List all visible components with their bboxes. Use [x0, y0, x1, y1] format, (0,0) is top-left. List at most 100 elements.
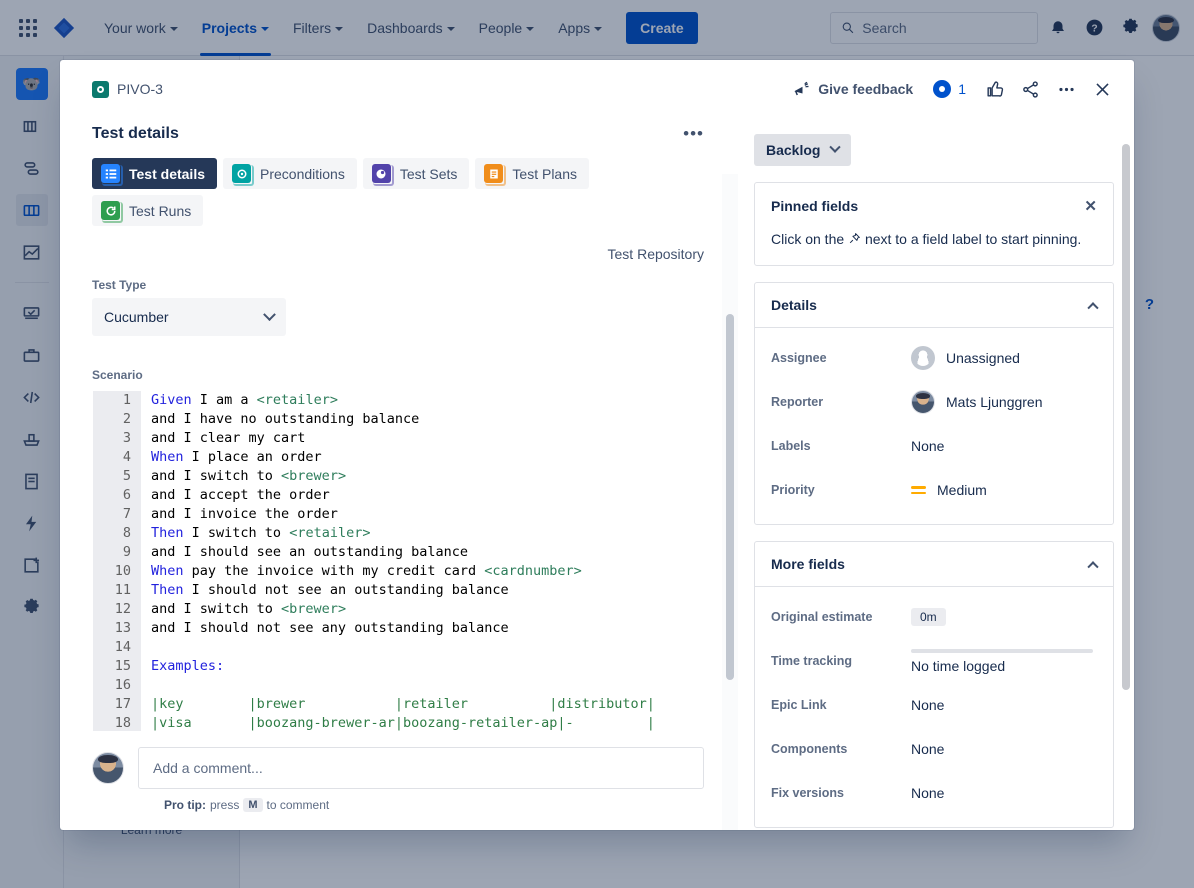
test-type-value: Cucumber: [104, 309, 169, 325]
pro-tip-suffix: to comment: [266, 798, 330, 812]
code-line: 2 and I have no outstanding balance: [93, 410, 699, 429]
like-button[interactable]: [978, 73, 1010, 105]
code-text: Then I switch to <retailer>: [151, 525, 371, 541]
code-line: 6 and I accept the order: [93, 486, 699, 505]
share-button[interactable]: [1014, 73, 1046, 105]
pinned-text-before: Click on the: [771, 231, 845, 247]
field-key: Assignee: [771, 351, 827, 366]
field-value[interactable]: No time logged: [911, 648, 1093, 674]
line-number: 16: [93, 676, 141, 695]
pro-tip: Pro tip: press M to comment: [164, 798, 704, 812]
field-row: Time tracking No time logged: [755, 639, 1113, 683]
modal-header: PIVO-3 Give feedback 1: [60, 60, 1134, 118]
pro-tip-mid: press: [210, 798, 240, 812]
status-dropdown[interactable]: Backlog: [754, 134, 852, 166]
field-key: Fix versions: [771, 786, 844, 801]
more-actions-icon: [1058, 87, 1074, 91]
field-value[interactable]: None: [911, 741, 944, 757]
tab-label: Test Plans: [512, 165, 578, 182]
tab-test-runs[interactable]: Test Runs: [92, 195, 204, 226]
field-text: None: [911, 741, 945, 758]
chevron-up-icon[interactable]: [1087, 302, 1099, 314]
line-number: 8: [93, 524, 141, 543]
more-actions-button[interactable]: [1050, 73, 1082, 105]
tab-preconditions[interactable]: Preconditions: [223, 158, 357, 189]
field-value[interactable]: Mats Ljunggren: [911, 390, 1043, 415]
pinned-fields-panel: Pinned fields ✕ Click on the next to a f…: [754, 182, 1114, 267]
eye-icon: [933, 80, 952, 98]
field-key: Components: [771, 742, 848, 757]
line-number: 9: [93, 543, 141, 562]
code-line: 13 and I should not see any outstanding b…: [93, 619, 699, 638]
field-value[interactable]: None: [911, 697, 944, 713]
preconditions-icon: [232, 164, 254, 186]
issue-breadcrumb[interactable]: PIVO-3: [92, 80, 163, 98]
line-number: 6: [93, 486, 141, 505]
more-fields-list: Original estimate 0m Time tracking No time …: [755, 587, 1113, 827]
code-text: Examples:: [151, 658, 225, 674]
chevron-up-icon[interactable]: [1087, 561, 1099, 573]
modal-body: Test details ••• Test details Preconditi…: [60, 118, 1134, 830]
code-line: 4 When I place an order: [93, 448, 699, 467]
left-scrollbar-thumb[interactable]: [726, 314, 734, 680]
code-text: and I accept the order: [151, 487, 330, 503]
pinned-fields-title: Pinned fields: [771, 198, 859, 214]
watch-button[interactable]: 1: [925, 76, 974, 102]
priority-medium-icon: [911, 483, 926, 498]
scenario-label: Scenario: [92, 368, 143, 382]
tab-label: Preconditions: [260, 165, 345, 182]
comment-input-box[interactable]: [138, 747, 704, 789]
field-value[interactable]: Medium: [911, 482, 987, 498]
field-key: Time tracking: [771, 654, 853, 669]
details-fields: Assignee Unassigned Reporter Mats Ljunggren…: [755, 328, 1113, 524]
tab-label: Test details: [129, 165, 205, 182]
tab-label: Test Runs: [129, 202, 192, 219]
field-row: Original estimate 0m: [755, 595, 1113, 639]
right-scrollbar-thumb[interactable]: [1122, 144, 1130, 690]
test-plans-icon: [484, 164, 507, 186]
details-panel-header[interactable]: Details: [755, 283, 1113, 327]
issue-key-label: PIVO-3: [117, 81, 163, 97]
field-text: None: [911, 785, 945, 802]
give-feedback-button[interactable]: Give feedback: [784, 76, 921, 102]
scenario-code-block[interactable]: 1 Given I am a <retailer> 2 and I have no o…: [92, 390, 700, 746]
code-text: and I should not see any outstanding bal…: [151, 620, 509, 636]
code-line: 5 and I switch to <brewer>: [93, 467, 699, 486]
tab-test-details[interactable]: Test details: [92, 158, 217, 189]
close-icon[interactable]: ✕: [1084, 197, 1097, 215]
comment-input[interactable]: [153, 760, 689, 776]
more-fields-panel: More fields Original estimate 0m Time trac…: [754, 541, 1114, 829]
field-row: Components None: [755, 727, 1113, 771]
line-number: 11: [93, 581, 141, 600]
issue-detail-modal: PIVO-3 Give feedback 1 Test details ••• …: [60, 60, 1134, 830]
test-tabs: Test details Preconditions Test Sets Tes…: [92, 158, 704, 226]
more-fields-title: More fields: [771, 556, 845, 573]
line-number: 3: [93, 429, 141, 448]
field-row: Epic Link None: [755, 683, 1113, 727]
field-value[interactable]: 0m: [911, 608, 946, 627]
field-key: Priority: [771, 483, 815, 498]
pinned-fields-body: Click on the next to a field label to st…: [755, 229, 1113, 265]
code-text: Then I should not see an outstanding bal…: [151, 582, 509, 598]
time-tracking-bar: [911, 648, 1093, 653]
field-text: None: [911, 438, 945, 455]
section-more-options-icon[interactable]: •••: [683, 124, 704, 144]
test-type-select[interactable]: Cucumber: [92, 298, 286, 336]
tab-test-plans[interactable]: Test Plans: [475, 158, 590, 189]
code-line: 9 and I should see an outstanding balance: [93, 543, 699, 562]
pin-icon: [849, 233, 860, 244]
field-row: Labels None: [755, 424, 1113, 468]
field-row: Fix versions None: [755, 771, 1113, 815]
close-modal-button[interactable]: [1086, 73, 1118, 105]
more-fields-panel-header[interactable]: More fields: [755, 542, 1113, 586]
pro-tip-key: M: [243, 798, 263, 812]
tab-test-sets[interactable]: Test Sets: [362, 158, 470, 189]
avatar-placeholder-icon: [911, 346, 935, 371]
test-repository-link[interactable]: Test Repository: [92, 246, 704, 262]
field-value[interactable]: None: [911, 438, 944, 454]
left-scroll-region: Test details ••• Test details Preconditi…: [92, 118, 718, 830]
field-value[interactable]: Unassigned: [911, 346, 1020, 371]
modal-right-column: Backlog Pinned fields ✕ Click on the nex…: [740, 118, 1134, 830]
field-value[interactable]: None: [911, 785, 944, 801]
share-icon: [1022, 80, 1038, 98]
